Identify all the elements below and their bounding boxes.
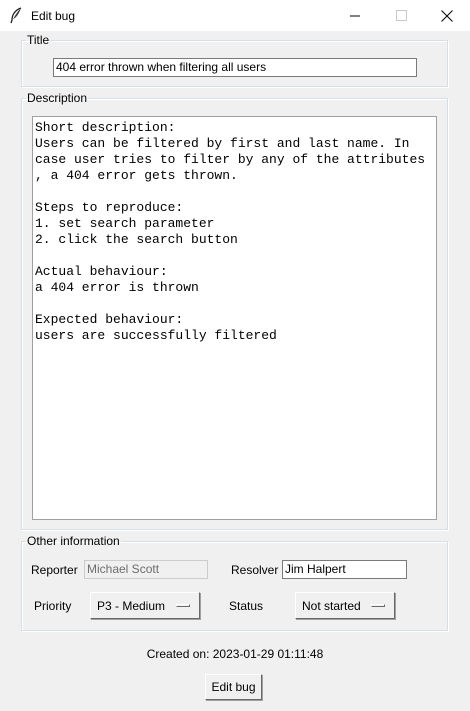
status-value: Not started (302, 599, 361, 613)
maximize-icon (396, 10, 407, 21)
minimize-button[interactable] (332, 0, 378, 31)
title-bar: Edit bug (0, 0, 470, 31)
window-title: Edit bug (31, 9, 76, 23)
status-label: Status (229, 599, 264, 613)
other-information-legend: Other information (27, 534, 120, 548)
description-textarea[interactable]: Short description: Users can be filtered… (32, 116, 437, 520)
title-input[interactable]: 404 error thrown when filtering all user… (53, 58, 417, 77)
minimize-icon (350, 15, 360, 17)
priority-value: P3 - Medium (97, 599, 166, 613)
dropdown-indicator-icon (371, 604, 385, 607)
reporter-field: Michael Scott (84, 560, 208, 579)
close-button[interactable] (424, 0, 470, 31)
reporter-label: Reporter (31, 563, 78, 577)
priority-dropdown[interactable]: P3 - Medium (90, 592, 200, 619)
status-dropdown[interactable]: Not started (295, 592, 395, 619)
resolver-field[interactable]: Jim Halpert (282, 560, 407, 579)
feather-icon (9, 7, 23, 24)
resolver-label: Resolver (231, 563, 279, 577)
edit-bug-button[interactable]: Edit bug (205, 674, 262, 700)
created-on-text: Created on: 2023-01-29 01:11:48 (146, 647, 324, 661)
priority-label: Priority (34, 599, 72, 613)
close-icon (441, 10, 453, 22)
description-legend: Description (27, 91, 88, 105)
title-legend: Title (27, 33, 50, 47)
dropdown-indicator-icon (176, 604, 190, 607)
maximize-button[interactable] (378, 0, 424, 31)
